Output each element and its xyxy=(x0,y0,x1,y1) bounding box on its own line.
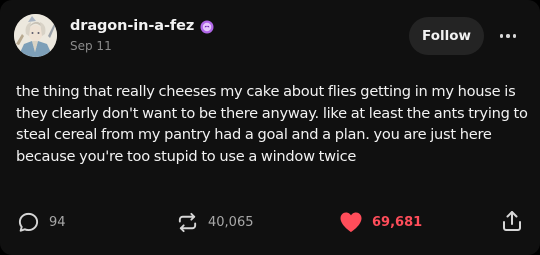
post-body: the thing that really cheeses my cake ab… xyxy=(16,83,528,165)
reblog-count: 40,065 xyxy=(208,214,254,230)
follow-button[interactable]: Follow xyxy=(409,17,484,55)
like-button[interactable]: 69,681 xyxy=(339,210,422,234)
author-row: dragon-in-a-fez xyxy=(70,16,214,36)
share-icon[interactable] xyxy=(500,209,524,233)
purple-badge-icon[interactable] xyxy=(200,19,214,34)
post-card: dragon-in-a-fez Sep 11 Follow the thing … xyxy=(0,0,540,255)
dot xyxy=(506,34,510,38)
reblog-button[interactable]: 40,065 xyxy=(176,210,254,234)
avatar[interactable] xyxy=(14,14,57,57)
post-date[interactable]: Sep 11 xyxy=(70,39,112,53)
username[interactable]: dragon-in-a-fez xyxy=(70,18,194,34)
heart-icon xyxy=(339,211,363,233)
more-options-icon[interactable] xyxy=(494,26,522,46)
reply-button[interactable]: 94 xyxy=(17,210,66,234)
reblog-arrows-icon xyxy=(176,211,199,234)
dot xyxy=(499,34,504,38)
like-count: 69,681 xyxy=(372,214,423,230)
reply-count: 94 xyxy=(49,214,66,230)
speech-bubble-icon xyxy=(17,211,40,234)
avatar-image xyxy=(14,14,57,57)
dot xyxy=(512,34,517,38)
